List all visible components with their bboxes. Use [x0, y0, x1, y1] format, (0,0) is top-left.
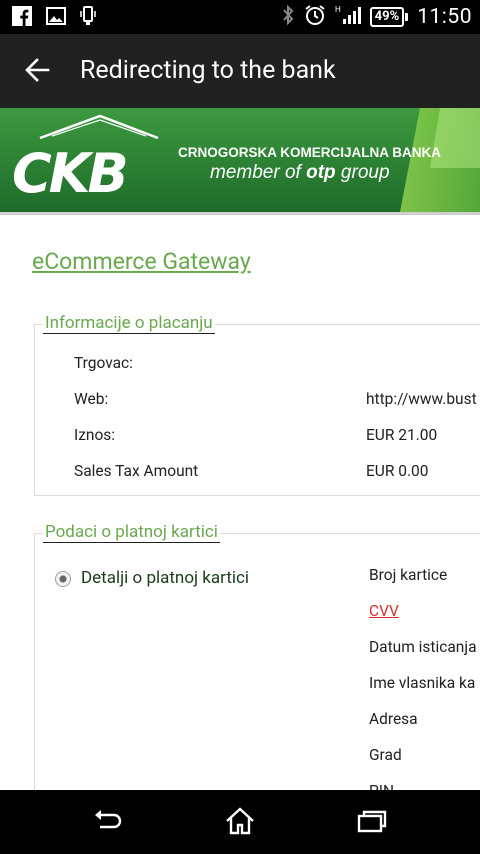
tagline-pre: member of: [210, 162, 307, 183]
signal-icon: H: [335, 4, 361, 30]
battery-level: 49%: [369, 7, 405, 27]
home-icon: [224, 806, 256, 840]
back-button[interactable]: [14, 52, 60, 92]
image-icon: [46, 7, 66, 29]
sales-tax-value: EUR 0.00: [366, 462, 429, 480]
nav-home-button[interactable]: [218, 806, 262, 840]
bluetooth-icon: [281, 4, 295, 30]
card-data-legend: Podaci o platnoj kartici: [43, 522, 220, 543]
bank-name: CRNOGORSKA KOMERCIJALNA BANKA: [178, 145, 441, 160]
battery-icon: 49%: [369, 7, 409, 27]
status-bar: H 49% 11:50: [0, 0, 480, 34]
back-nav-icon: [92, 809, 124, 837]
clock: 11:50: [417, 5, 472, 29]
web-value: http://www.bust: [366, 390, 477, 408]
amount-label: Iznos:: [74, 426, 116, 444]
phone-vibrate-icon: [80, 6, 96, 30]
city-label: Grad: [369, 746, 402, 764]
pin-label: PIN: [369, 782, 394, 790]
arrow-back-icon: [24, 57, 50, 87]
alarm-icon: [304, 4, 326, 30]
recent-apps-icon: [357, 809, 387, 837]
card-data-section: Podaci o platnoj kartici Detalji o platn…: [34, 522, 480, 790]
sales-tax-label: Sales Tax Amount: [74, 462, 199, 480]
navigation-bar: [0, 790, 480, 854]
payment-info-legend: Informacije o placanju: [43, 313, 215, 334]
merchant-label: Trgovac:: [74, 354, 133, 372]
facebook-icon: [12, 6, 32, 30]
web-view[interactable]: CKB CRNOGORSKA KOMERCIJALNA BANKA member…: [0, 108, 480, 790]
expiry-date-label: Datum isticanja: [369, 638, 477, 656]
nav-back-button[interactable]: [86, 806, 130, 840]
address-label: Adresa: [369, 710, 418, 728]
bank-logo: CKB: [12, 142, 129, 205]
tagline-brand: otp: [306, 162, 336, 183]
app-bar: Redirecting to the bank: [0, 34, 480, 108]
card-number-label: Broj kartice: [369, 566, 448, 584]
card-details-label[interactable]: Detalji o platnoj kartici: [81, 568, 249, 588]
bank-banner: CKB CRNOGORSKA KOMERCIJALNA BANKA member…: [0, 108, 480, 218]
svg-text:H: H: [335, 5, 341, 14]
bank-tagline: member of otp group: [210, 162, 390, 184]
ecommerce-gateway-link[interactable]: eCommerce Gateway: [32, 248, 251, 275]
cvv-link[interactable]: CVV: [369, 602, 399, 620]
tagline-post: group: [335, 162, 390, 183]
card-details-radio[interactable]: [55, 571, 71, 587]
payment-info-section: Informacije o placanju Trgovac: Web: htt…: [34, 313, 480, 496]
web-label: Web:: [74, 390, 109, 408]
amount-value: EUR 21.00: [366, 426, 438, 444]
nav-recents-button[interactable]: [350, 806, 394, 840]
cardholder-name-label: Ime vlasnika ka: [369, 674, 476, 692]
app-bar-title: Redirecting to the bank: [80, 56, 336, 85]
